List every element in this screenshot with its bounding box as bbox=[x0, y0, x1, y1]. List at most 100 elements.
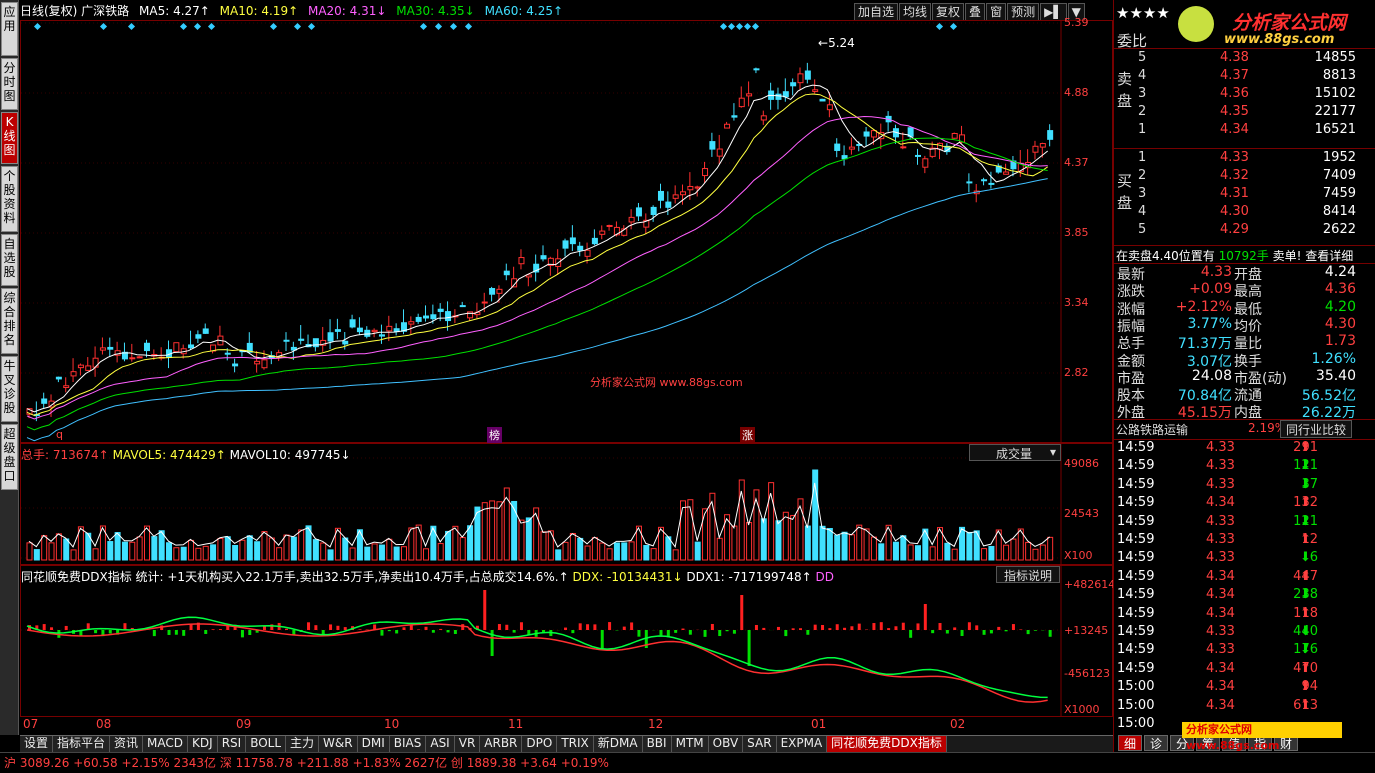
panel-tab-1[interactable]: 诊 bbox=[1144, 735, 1168, 751]
tab-15[interactable]: TRIX bbox=[557, 736, 594, 752]
month-axis: 07 08 09 10 11 12 01 02 bbox=[20, 717, 1113, 735]
volume-bar bbox=[445, 530, 452, 561]
candle-body bbox=[650, 206, 657, 215]
tab-9[interactable]: DMI bbox=[357, 736, 390, 752]
nav-app[interactable]: 应用 bbox=[1, 2, 18, 56]
ddx-bar bbox=[94, 630, 98, 634]
event-diamond-icon bbox=[207, 22, 216, 31]
ma-line bbox=[26, 178, 1048, 442]
tab-19[interactable]: OBV bbox=[708, 736, 744, 752]
level: 5 bbox=[1138, 50, 1147, 65]
bids-row[interactable]: 2 4.32 7409 bbox=[1114, 168, 1375, 186]
tab-18[interactable]: MTM bbox=[671, 736, 709, 752]
kline-chart[interactable] bbox=[21, 21, 1112, 442]
candle-body bbox=[349, 319, 356, 328]
volume-bar bbox=[48, 542, 55, 561]
asks-row[interactable]: 2 4.35 22177 bbox=[1114, 104, 1375, 122]
adjust-button[interactable]: 复权 bbox=[932, 3, 965, 21]
industry-compare-button[interactable]: 同行业比较 bbox=[1280, 420, 1352, 438]
tick-time: 14:59 bbox=[1117, 458, 1155, 474]
tick-row: 14:59 4.33 37 ⬇ bbox=[1114, 477, 1375, 495]
tick-volume: 6 bbox=[1309, 550, 1318, 566]
forecast-button[interactable]: 预测 bbox=[1007, 3, 1040, 21]
bids-row[interactable]: 3 4.31 7459 bbox=[1114, 186, 1375, 204]
tab-5[interactable]: RSI bbox=[217, 736, 247, 752]
volume-bar bbox=[232, 545, 239, 561]
candle-body bbox=[753, 68, 760, 71]
stat-value: 4.30 bbox=[1324, 315, 1356, 332]
tab-12[interactable]: VR bbox=[454, 736, 481, 752]
ddx-bar bbox=[997, 626, 1001, 630]
overlay-button[interactable]: 叠 bbox=[965, 3, 986, 21]
tab-14[interactable]: DPO bbox=[522, 736, 558, 752]
tick-price: 4.33 bbox=[1206, 624, 1235, 639]
bids-row[interactable]: 1 4.33 1952 bbox=[1114, 150, 1375, 168]
volume-bar bbox=[650, 548, 657, 561]
panel-tab-0[interactable]: 细 bbox=[1118, 735, 1142, 751]
ma-button[interactable]: 均线 bbox=[899, 3, 932, 21]
play-button[interactable]: ▶▌ bbox=[1040, 3, 1067, 21]
nav-kline[interactable]: K线图 bbox=[1, 112, 18, 164]
tab-17[interactable]: BBI bbox=[642, 736, 672, 752]
volume-bar bbox=[643, 545, 650, 561]
volume-bar bbox=[276, 547, 283, 561]
asks-row[interactable]: 5 4.38 14855 bbox=[1114, 50, 1375, 68]
bids-row[interactable]: 5 4.29 2622 bbox=[1114, 222, 1375, 240]
asks-row[interactable]: 1 4.34 16521 bbox=[1114, 122, 1375, 140]
ddx-bar bbox=[446, 630, 450, 633]
ddx-tick: -456123 bbox=[1064, 667, 1110, 680]
tab-11[interactable]: ASI bbox=[426, 736, 455, 752]
nav-diagnose[interactable]: 牛叉诊股 bbox=[1, 356, 18, 422]
tick-time: 14:59 bbox=[1117, 550, 1155, 566]
tab-10[interactable]: BIAS bbox=[389, 736, 427, 752]
ddx-bar bbox=[674, 630, 678, 633]
tab-3[interactable]: MACD bbox=[143, 736, 189, 752]
candle-body bbox=[445, 311, 452, 322]
tab-1[interactable]: 指标平台 bbox=[53, 736, 111, 752]
nav-watchlist[interactable]: 自选股 bbox=[1, 234, 18, 286]
indicator-help-button[interactable]: 指标说明 bbox=[996, 566, 1060, 583]
industry-name[interactable]: 公路铁路运输 bbox=[1116, 421, 1188, 438]
add-watchlist-button[interactable]: 加自选 bbox=[854, 3, 899, 21]
ddx-bar bbox=[1019, 629, 1023, 630]
volume-bar bbox=[320, 542, 327, 561]
big-order-notice[interactable]: 在卖盘4.40位置有 10792手 卖单! 查看详细 bbox=[1116, 247, 1353, 264]
tab-21[interactable]: EXPMA bbox=[776, 736, 828, 752]
candle-body bbox=[202, 328, 209, 334]
window-button[interactable]: 窗 bbox=[986, 3, 1007, 21]
stats-table: 最新 4.33 开盘 4.24 涨跌 +0.09 最高 4.36 涨幅 +2.12% 最低 4.20 振… bbox=[1114, 264, 1375, 421]
volume-bar bbox=[459, 537, 466, 561]
ma30-label: MA30: 4.35↓ bbox=[396, 4, 475, 18]
tab-20[interactable]: SAR bbox=[743, 736, 777, 752]
volume-bar bbox=[870, 536, 877, 561]
tab-7[interactable]: 主力 bbox=[286, 736, 320, 752]
nav-ranking[interactable]: 综合排名 bbox=[1, 288, 18, 354]
candle-body bbox=[599, 230, 606, 235]
nav-intraday[interactable]: 分时图 bbox=[1, 58, 18, 110]
volume-bar bbox=[760, 518, 767, 561]
volume-bar bbox=[562, 541, 569, 561]
tab-4[interactable]: KDJ bbox=[188, 736, 218, 752]
nav-stock-info[interactable]: 个股资料 bbox=[1, 166, 18, 232]
marker-bang[interactable]: 榜 bbox=[487, 427, 502, 443]
ddx-chart[interactable] bbox=[21, 566, 1112, 716]
tab-2[interactable]: 资讯 bbox=[110, 736, 144, 752]
tab-0[interactable]: 设置 bbox=[20, 736, 54, 752]
notice-detail-link[interactable]: 查看详细 bbox=[1305, 249, 1353, 263]
asks-row[interactable]: 3 4.36 15102 bbox=[1114, 86, 1375, 104]
tab-16[interactable]: 新DMA bbox=[593, 736, 643, 752]
ddx-bar bbox=[630, 622, 634, 630]
tab-6[interactable]: BOLL bbox=[246, 736, 287, 752]
volume-bar bbox=[114, 532, 121, 561]
site-ad[interactable]: 分析家公式网 www.88gs.com bbox=[1182, 722, 1342, 752]
candle-body bbox=[665, 201, 672, 208]
marker-zhang[interactable]: 涨 bbox=[740, 427, 755, 443]
volume-bar bbox=[907, 544, 914, 561]
indicator-select[interactable]: 成交量 ▾ bbox=[969, 444, 1061, 461]
tab-8[interactable]: W&R bbox=[319, 736, 358, 752]
tab-22[interactable]: 同花顺免费DDX指标 bbox=[827, 736, 947, 752]
asks-row[interactable]: 4 4.37 8813 bbox=[1114, 68, 1375, 86]
nav-super-quote[interactable]: 超级盘口 bbox=[1, 424, 18, 490]
tab-13[interactable]: ARBR bbox=[480, 736, 523, 752]
bids-row[interactable]: 4 4.30 8414 bbox=[1114, 204, 1375, 222]
